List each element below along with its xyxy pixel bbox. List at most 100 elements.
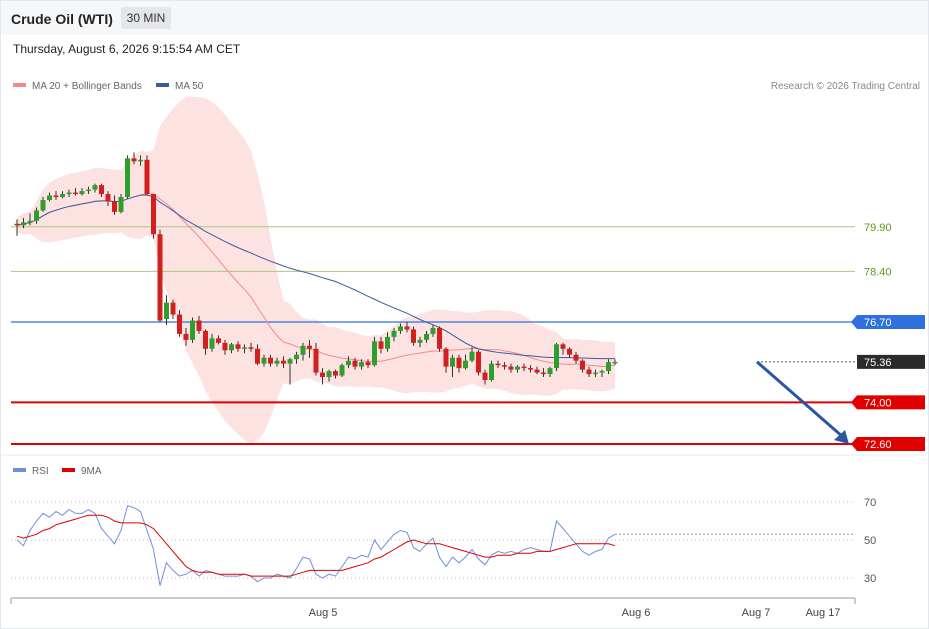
candle-body xyxy=(411,329,416,343)
candle-body xyxy=(34,210,39,221)
candle-body xyxy=(508,366,514,370)
candle-body xyxy=(47,195,52,200)
candle-body xyxy=(352,360,358,367)
candle-body xyxy=(489,363,494,381)
candle-body xyxy=(495,363,501,366)
candle-body xyxy=(372,341,377,366)
last-price-label: 75.36 xyxy=(864,357,892,369)
time-tick-aug-6: Aug 6 xyxy=(622,607,651,619)
candle-body xyxy=(105,194,111,202)
candle-body xyxy=(281,360,286,364)
candle-body xyxy=(580,360,585,370)
candle-body xyxy=(79,191,85,195)
candle-body xyxy=(469,351,475,361)
candle-body xyxy=(326,371,332,378)
candle-body xyxy=(612,361,618,364)
candle-body xyxy=(27,220,33,223)
candle-body xyxy=(463,360,468,369)
candle-body xyxy=(242,347,247,349)
candle-body xyxy=(170,302,176,315)
projection-arrow xyxy=(756,360,844,439)
candle-body xyxy=(359,362,364,367)
candle-body xyxy=(99,185,104,195)
candle-body xyxy=(404,326,410,330)
candle-body xyxy=(424,333,429,340)
rsi-tick-70: 70 xyxy=(864,497,876,509)
candle-body xyxy=(118,197,124,212)
candle-body xyxy=(177,314,182,334)
candle-body xyxy=(606,362,611,372)
rsi-tick-30: 30 xyxy=(864,573,876,585)
candle-body xyxy=(437,327,442,349)
candle-body xyxy=(235,344,241,349)
candle-body xyxy=(515,366,520,370)
candle-body xyxy=(92,185,98,190)
candle-body xyxy=(53,195,59,198)
candle-body xyxy=(60,194,65,198)
candle-body xyxy=(346,360,351,366)
candle-body xyxy=(268,357,273,364)
candle-body xyxy=(21,222,26,226)
candle-body xyxy=(320,372,325,378)
candle-body xyxy=(157,234,163,321)
candle-body xyxy=(86,189,91,192)
candle-body xyxy=(333,371,338,376)
candle-body xyxy=(14,223,20,226)
candle-body xyxy=(307,345,312,349)
candle-body xyxy=(521,366,527,369)
candle-body xyxy=(255,348,260,364)
rsi-ma-line xyxy=(16,514,616,577)
candle-body xyxy=(456,357,462,369)
level-label-72.60: 72.60 xyxy=(864,439,892,451)
candle-body xyxy=(66,192,72,195)
candle-body xyxy=(417,339,423,343)
level-label-79.90: 79.90 xyxy=(864,222,892,234)
time-tick-aug-5: Aug 5 xyxy=(309,607,338,619)
candle-body xyxy=(534,369,540,373)
candle-body xyxy=(274,360,280,364)
candle-body xyxy=(294,354,299,360)
candle-body xyxy=(151,194,156,235)
candle-body xyxy=(209,338,215,349)
candle-body xyxy=(248,347,254,349)
price-chart: 79.90 78.40 76.70 75.36 74.00 72.60 70 50 30 Aug … xyxy=(1,96,927,619)
level-label-76.70: 76.70 xyxy=(864,317,892,329)
candle-body xyxy=(554,344,559,369)
candle-body xyxy=(183,333,189,340)
bollinger-band xyxy=(17,96,615,444)
candle-body xyxy=(547,368,553,375)
candle-body xyxy=(40,200,46,211)
level-tag-pointer-76.70 xyxy=(851,315,857,329)
candle-body xyxy=(541,372,546,375)
level-tag-pointer-74.00 xyxy=(851,395,857,410)
candle-body xyxy=(599,371,605,373)
candle-body xyxy=(398,326,403,331)
candle-body xyxy=(190,320,195,340)
candle-body xyxy=(261,357,267,364)
candle-body xyxy=(450,357,455,367)
candle-body xyxy=(378,341,384,349)
candle-body xyxy=(313,348,319,373)
candle-body xyxy=(131,158,137,162)
candle-body xyxy=(560,344,566,349)
level-tag-pointer-72.60 xyxy=(851,437,857,451)
candle-body xyxy=(586,369,592,375)
candle-body xyxy=(339,365,345,376)
candle-body xyxy=(476,351,481,373)
candle-body xyxy=(196,320,202,331)
time-tick-aug-17: Aug 17 xyxy=(806,607,841,619)
candle-body xyxy=(573,354,579,361)
candle-body xyxy=(138,159,143,162)
candle-body xyxy=(125,158,130,198)
candle-body xyxy=(300,345,306,355)
candle-body xyxy=(222,342,228,351)
rsi-tick-50: 50 xyxy=(864,535,876,547)
candle-body xyxy=(144,159,150,195)
candle-body xyxy=(502,365,507,367)
candle-body xyxy=(73,192,78,195)
candle-body xyxy=(203,330,208,349)
level-label-74.00: 74.00 xyxy=(864,397,892,409)
candle-body xyxy=(567,348,572,355)
candle-body xyxy=(385,336,390,349)
candle-body xyxy=(443,348,449,367)
